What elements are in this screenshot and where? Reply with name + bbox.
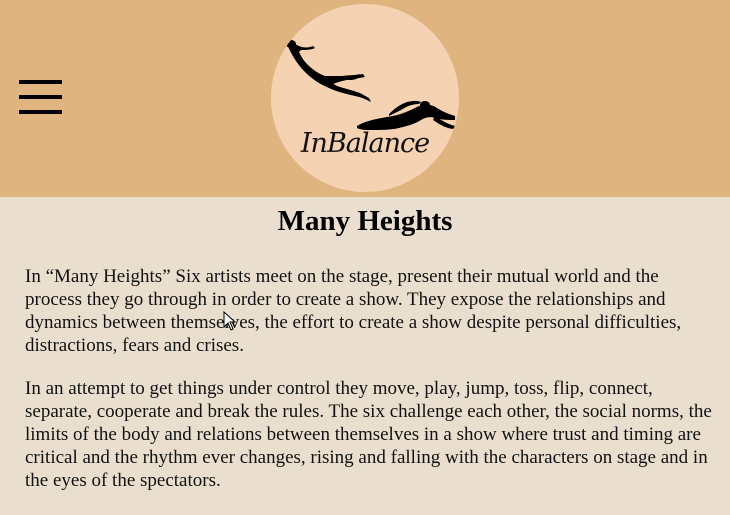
site-logo[interactable]: InBalance: [271, 4, 459, 192]
page-title: Many Heights: [277, 205, 453, 237]
acrobats-silhouette-icon: [286, 40, 455, 130]
menu-bar: [19, 80, 62, 84]
paragraph-1: In “Many Heights” Six artists meet on th…: [25, 266, 682, 356]
site-header: InBalance: [0, 0, 730, 197]
logo-text: InBalance: [300, 128, 430, 159]
main-content: Many Heights In “Many Heights” Six artis…: [0, 197, 730, 515]
menu-bar: [19, 95, 62, 99]
hamburger-menu-icon[interactable]: [19, 80, 62, 114]
paragraph-2: In an attempt to get things under contro…: [25, 378, 712, 491]
mouse-cursor-icon: [223, 311, 237, 331]
menu-bar: [19, 110, 62, 114]
